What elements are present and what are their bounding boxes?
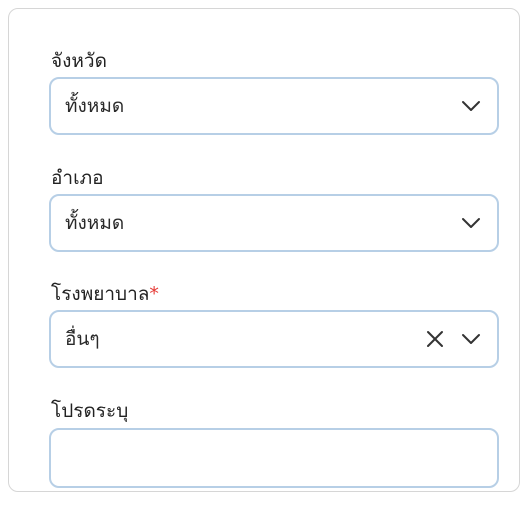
chevron-down-icon[interactable] xyxy=(461,100,481,112)
chevron-down-icon[interactable] xyxy=(461,217,481,229)
province-label: จังหวัด xyxy=(51,52,107,71)
district-select[interactable]: ทั้งหมด xyxy=(49,194,499,252)
specify-label: โปรดระบุ xyxy=(51,402,128,421)
hospital-select[interactable]: อื่นๆ xyxy=(49,310,499,368)
close-icon[interactable] xyxy=(426,330,444,348)
specify-input[interactable] xyxy=(49,428,499,488)
specify-label-text: โปรดระบุ xyxy=(51,400,129,422)
hospital-label-text: โรงพยาบาล xyxy=(51,283,150,305)
district-label: อำเภอ xyxy=(51,169,104,188)
province-label-text: จังหวัด xyxy=(51,50,107,72)
required-asterisk: * xyxy=(149,283,159,305)
hospital-selected-value: อื่นๆ xyxy=(65,328,100,350)
hospital-label: โรงพยาบาล* xyxy=(51,285,159,304)
province-selected-value: ทั้งหมด xyxy=(65,95,125,117)
chevron-down-icon[interactable] xyxy=(461,333,481,345)
province-select[interactable]: ทั้งหมด xyxy=(49,77,499,135)
district-selected-value: ทั้งหมด xyxy=(65,212,125,234)
district-label-text: อำเภอ xyxy=(51,167,104,189)
